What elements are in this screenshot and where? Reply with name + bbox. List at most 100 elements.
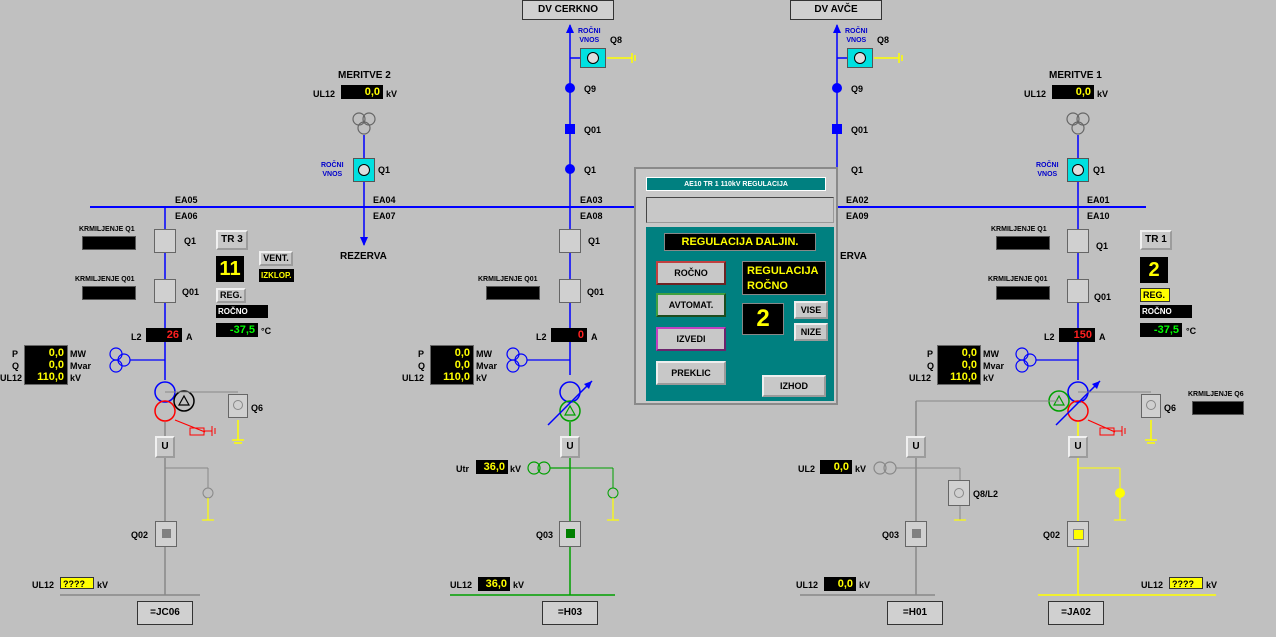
p-label-right: P bbox=[927, 349, 934, 359]
meritve2-kv: kV bbox=[386, 89, 398, 99]
ea04-label: EA04 bbox=[373, 195, 396, 205]
izvedi-button[interactable]: IZVEDI bbox=[656, 327, 726, 351]
q8-switch[interactable] bbox=[580, 48, 606, 68]
utr-kv: kV bbox=[510, 464, 522, 474]
izhod-button[interactable]: IZHOD bbox=[762, 375, 826, 397]
tr3-reg-button[interactable]: REG. bbox=[216, 288, 246, 303]
utr-value: 36,0 bbox=[476, 460, 508, 474]
ea07-label: EA07 bbox=[373, 211, 396, 221]
q6-label-right: Q6 bbox=[1164, 403, 1177, 413]
ja02-button[interactable]: =JA02 bbox=[1048, 601, 1104, 625]
ea02-label: EA02 bbox=[846, 195, 869, 205]
u-button-left[interactable]: U bbox=[155, 436, 175, 458]
q6-switch-left[interactable] bbox=[228, 394, 248, 418]
preklic-button[interactable]: PREKLIC bbox=[656, 361, 726, 385]
krmiljenje-q6-display bbox=[1192, 401, 1244, 415]
l2-label-right: L2 bbox=[1044, 332, 1055, 342]
u-button-h01[interactable]: U bbox=[906, 436, 926, 458]
bottom-ul12-label-ja02: UL12 bbox=[1141, 580, 1164, 590]
krmiljenje-q6-label: KRMILJENJE Q6 bbox=[1188, 391, 1244, 398]
tr1-temp-display: -37,5 bbox=[1140, 323, 1182, 337]
q02-switch-ja02[interactable] bbox=[1067, 521, 1089, 547]
bottom-kv-mid: kV bbox=[513, 580, 525, 590]
krmiljenje-q1-label: KRMILJENJE Q1 bbox=[79, 226, 135, 233]
bottom-ul12-label-mid: UL12 bbox=[450, 580, 473, 590]
q8l2-label: Q8/L2 bbox=[973, 489, 999, 499]
h03-button[interactable]: =H03 bbox=[542, 601, 598, 625]
bottom-ul12-value-ja02: ???? bbox=[1169, 577, 1203, 589]
tr3-temp-unit: °C bbox=[261, 326, 272, 336]
q-label-left: Q bbox=[12, 361, 20, 371]
mvar-unit-left: Mvar bbox=[70, 361, 92, 371]
ul2-kv: kV bbox=[855, 464, 867, 474]
vent-button[interactable]: VENT. bbox=[259, 251, 293, 266]
q-label-right: Q bbox=[927, 361, 935, 371]
q1-label-left: Q1 bbox=[184, 236, 197, 246]
kv-unit-left: kV bbox=[70, 373, 82, 383]
dv-cerkno-button[interactable]: DV CERKNO bbox=[522, 0, 614, 20]
bottom-kv-h01: kV bbox=[859, 580, 871, 590]
q01-switch-right[interactable] bbox=[1067, 279, 1089, 303]
u-button-mid[interactable]: U bbox=[560, 436, 580, 458]
l2-label-mid: L2 bbox=[536, 332, 547, 342]
q01-switch-left[interactable] bbox=[154, 279, 176, 303]
q03-switch-h01[interactable] bbox=[905, 521, 927, 547]
q01-label-left: Q01 bbox=[182, 287, 200, 297]
ul2-value: 0,0 bbox=[820, 460, 852, 474]
h01-button[interactable]: =H01 bbox=[887, 601, 943, 625]
p-label-mid: P bbox=[418, 349, 425, 359]
dv-avce-button[interactable]: DV AVČE bbox=[790, 0, 882, 20]
q03-switch-mid[interactable] bbox=[559, 521, 581, 547]
tr3-button[interactable]: TR 3 bbox=[216, 230, 248, 250]
ea01-label: EA01 bbox=[1087, 195, 1110, 205]
q1-switch-left[interactable] bbox=[154, 229, 176, 253]
krmiljenje-q01-label: KRMILJENJE Q01 bbox=[75, 276, 135, 283]
q1-switch-right[interactable] bbox=[1067, 229, 1089, 253]
kv-unit-right: kV bbox=[983, 373, 995, 383]
ul12-label-right: UL12 bbox=[909, 373, 932, 383]
q01-label: Q01 bbox=[584, 125, 602, 135]
q01-label-right: Q01 bbox=[851, 125, 869, 135]
q8-switch-right[interactable] bbox=[847, 48, 873, 68]
meritve2-q1-switch[interactable] bbox=[353, 158, 375, 182]
ea08-label: EA08 bbox=[580, 211, 603, 221]
kv-unit-mid: kV bbox=[476, 373, 488, 383]
ea05-label: EA05 bbox=[175, 195, 198, 205]
q03-label-h01: Q03 bbox=[882, 530, 900, 540]
tr1-reg-button[interactable]: REG. bbox=[1140, 288, 1170, 302]
tr1-tap-display: 2 bbox=[1140, 257, 1168, 283]
tr1-temp-unit: °C bbox=[1186, 326, 1197, 336]
q9-label-right: Q9 bbox=[851, 84, 864, 94]
u-button-ja02[interactable]: U bbox=[1068, 436, 1088, 458]
bottom-ul12-label-h01: UL12 bbox=[796, 580, 819, 590]
tr1-button[interactable]: TR 1 bbox=[1140, 230, 1172, 250]
tr3-temp-display: -37,5 bbox=[216, 323, 258, 337]
q1-label: Q1 bbox=[584, 165, 597, 175]
dialog-title: AE10 TR 1 110kV REGULACIJA bbox=[646, 177, 826, 191]
q1-switch-mid[interactable] bbox=[559, 229, 581, 253]
jc06-button[interactable]: =JC06 bbox=[137, 601, 193, 625]
q-label-mid: Q bbox=[418, 361, 426, 371]
bottom-ul12-value-mid: 36,0 bbox=[478, 577, 510, 591]
avtomat-button[interactable]: AVTOMAT. bbox=[656, 293, 726, 317]
q02-label-ja02: Q02 bbox=[1043, 530, 1061, 540]
rocno-button[interactable]: ROČNO bbox=[656, 261, 726, 285]
l2-unit-left: A bbox=[186, 332, 193, 342]
pqu-display-mid: 0,0 0,0 110,0 bbox=[430, 345, 474, 385]
bottom-kv-ja02: kV bbox=[1206, 580, 1218, 590]
dialog-message-area bbox=[646, 197, 834, 223]
q02-switch-left[interactable] bbox=[155, 521, 177, 547]
pqu-display-right: 0,0 0,0 110,0 bbox=[937, 345, 981, 385]
dialog-tap-display: 2 bbox=[742, 303, 784, 335]
q8l2-switch[interactable] bbox=[948, 480, 970, 506]
ea09-label: EA09 bbox=[846, 211, 869, 221]
q9-label: Q9 bbox=[584, 84, 597, 94]
q02-label-left: Q02 bbox=[131, 530, 149, 540]
meritve1-q1-switch[interactable] bbox=[1067, 158, 1089, 182]
nize-button[interactable]: NIZE bbox=[794, 323, 828, 341]
regulation-dialog: AE10 TR 1 110kV REGULACIJA REGULACIJA DA… bbox=[634, 167, 838, 405]
q01-switch-mid[interactable] bbox=[559, 279, 581, 303]
vise-button[interactable]: VISE bbox=[794, 301, 828, 319]
krmiljenje-q1-label-right: KRMILJENJE Q1 bbox=[991, 226, 1047, 233]
q6-switch-right[interactable] bbox=[1141, 394, 1161, 418]
